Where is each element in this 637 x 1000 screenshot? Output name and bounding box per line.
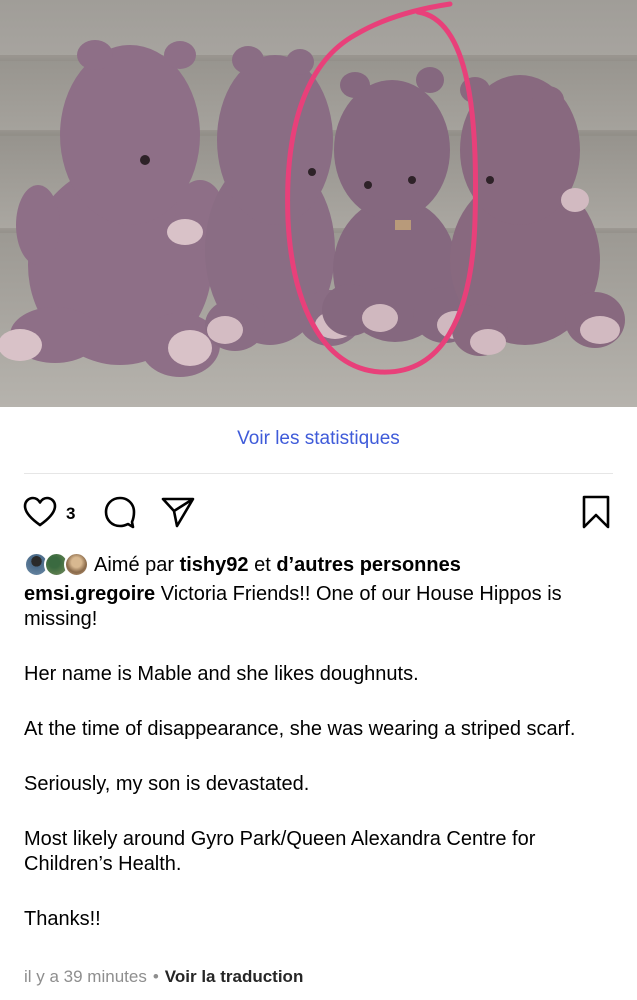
- share-icon[interactable]: [160, 494, 196, 535]
- view-stats-link[interactable]: Voir les statistiques: [0, 428, 637, 450]
- timestamp: il y a 39 minutes: [24, 967, 147, 986]
- caption-paragraph: Most likely around Gyro Park/Queen Alexa…: [24, 828, 536, 875]
- liker-username[interactable]: tishy92: [180, 554, 249, 576]
- caption-paragraph: emsi.gregoire Victoria Friends!! One of …: [24, 582, 619, 632]
- like-count[interactable]: 3: [66, 504, 75, 524]
- hippo-plush-illustration: [0, 1, 637, 377]
- post-caption: emsi.gregoire Victoria Friends!! One of …: [24, 582, 619, 962]
- hippo-1: [10, 40, 225, 377]
- post-photo[interactable]: [0, 0, 637, 407]
- caption-paragraph: Thanks!!: [24, 908, 101, 930]
- comment-icon[interactable]: [102, 494, 138, 535]
- caption-paragraph: Seriously, my son is devastated.: [24, 773, 310, 795]
- translate-link[interactable]: Voir la traduction: [165, 967, 304, 986]
- hippo-3: [322, 67, 477, 343]
- caption-paragraph: Her name is Mable and she likes doughnut…: [24, 663, 419, 685]
- action-bar: 3: [0, 494, 637, 534]
- divider: [24, 473, 613, 474]
- liked-by-connector: et: [254, 553, 271, 576]
- liked-by-row[interactable]: Aimé par tishy92 et d’autres personnes: [24, 551, 461, 579]
- caption-paragraph: At the time of disappearance, she was we…: [24, 718, 576, 740]
- liked-by-others[interactable]: d’autres personnes: [276, 554, 461, 576]
- liked-by-text: Aimé par tishy92 et d’autres personnes: [94, 554, 461, 577]
- bookmark-icon[interactable]: [578, 494, 614, 535]
- separator-dot: •: [152, 967, 159, 986]
- liker-avatars: [24, 551, 94, 579]
- author-username[interactable]: emsi.gregoire: [24, 583, 155, 605]
- post-meta: il y a 39 minutes • Voir la traduction: [24, 967, 303, 987]
- avatar: [64, 552, 89, 577]
- liked-by-prefix: Aimé par: [94, 553, 175, 576]
- heart-icon[interactable]: [22, 494, 58, 535]
